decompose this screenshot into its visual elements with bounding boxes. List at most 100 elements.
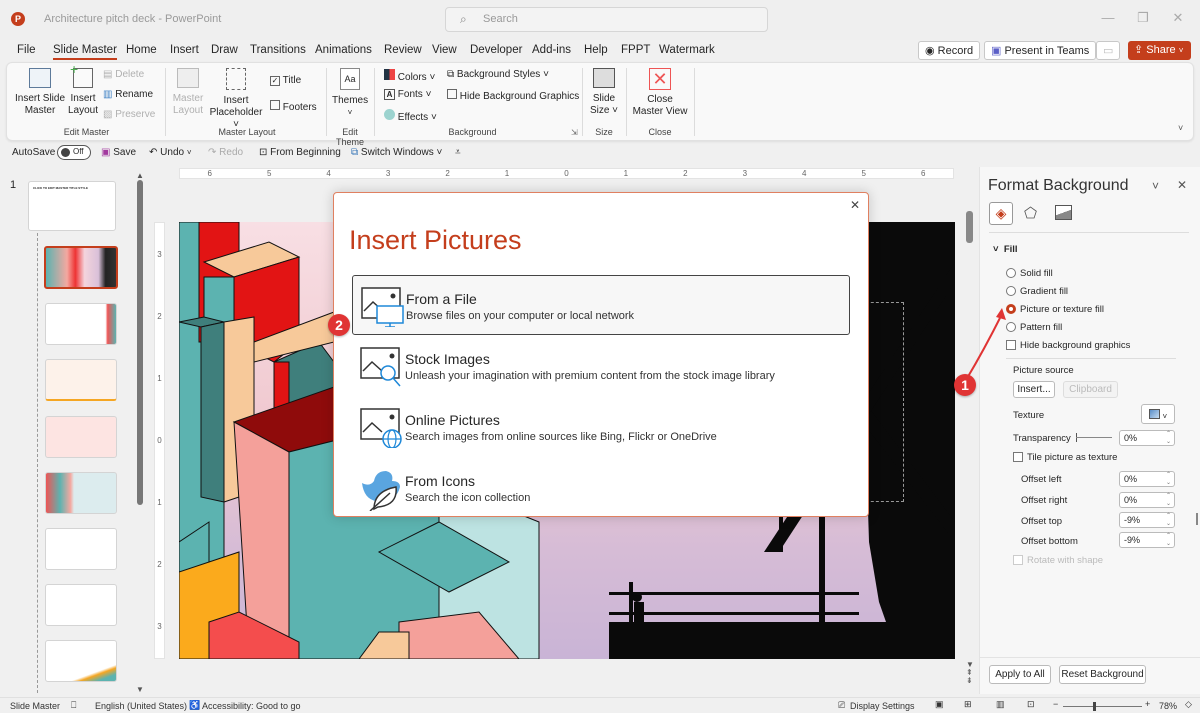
- fonts-button[interactable]: A Fonts ˅: [384, 89, 431, 101]
- layout-thumbnail[interactable]: [45, 584, 117, 626]
- gradient-fill-label[interactable]: Gradient fill: [1020, 286, 1068, 297]
- solid-fill-radio[interactable]: [1006, 268, 1016, 278]
- undo-button[interactable]: ↶ Undo ˅: [149, 147, 192, 158]
- tab-transitions[interactable]: Transitions: [250, 44, 306, 56]
- spelling-icon[interactable]: ⎕: [71, 700, 76, 711]
- background-styles-button[interactable]: ⧉ Background Styles ˅: [447, 69, 549, 81]
- hide-background-graphics-checkbox[interactable]: Hide Background Graphics: [447, 89, 579, 103]
- delete-button[interactable]: ▤ Delete: [103, 69, 144, 81]
- insert-picture-button[interactable]: Insert...: [1013, 381, 1055, 398]
- reset-background-button[interactable]: Reset Background: [1059, 665, 1146, 684]
- fill-section-header[interactable]: ˅ Fill: [993, 244, 1018, 255]
- picture-texture-fill-label[interactable]: Picture or texture fill: [1020, 304, 1104, 315]
- search-box[interactable]: ⌕ Search: [445, 7, 768, 32]
- tile-picture-checkbox[interactable]: [1013, 452, 1023, 462]
- tab-watermark[interactable]: Watermark: [659, 44, 715, 56]
- texture-dropdown[interactable]: ˅: [1141, 404, 1175, 424]
- preserve-button[interactable]: ▧ Preserve: [103, 109, 155, 121]
- thumbnails-scrollbar[interactable]: [137, 180, 143, 505]
- insert-slide-master-button[interactable]: Insert Slide Master: [14, 68, 66, 117]
- tab-fppt[interactable]: FPPT: [621, 44, 650, 56]
- tab-review[interactable]: Review: [384, 44, 422, 56]
- picture-tab-icon[interactable]: [1055, 205, 1072, 220]
- layout-thumbnail[interactable]: [45, 640, 117, 682]
- save-button[interactable]: ▣ Save: [101, 147, 136, 158]
- slide-sorter-icon[interactable]: ⊞: [964, 699, 972, 710]
- close-master-view-button[interactable]: ✕ Close Master View: [630, 68, 690, 118]
- close-window-button[interactable]: ✕: [1168, 10, 1188, 26]
- fill-line-tab-icon[interactable]: ◈: [989, 202, 1013, 225]
- transparency-input[interactable]: 0%: [1119, 430, 1175, 446]
- minimize-button[interactable]: —: [1098, 10, 1118, 25]
- share-button[interactable]: ⇪ Share ˅: [1128, 41, 1191, 60]
- slide-master-thumbnail[interactable]: CLICK TO EDIT MASTER TITLE STYLE: [28, 181, 116, 231]
- normal-view-icon[interactable]: ▣: [935, 699, 944, 710]
- canvas-scrollbar[interactable]: [966, 211, 973, 243]
- transparency-slider-track[interactable]: [1076, 437, 1112, 438]
- present-in-teams-button[interactable]: ▣ Present in Teams: [984, 41, 1097, 60]
- canvas-scroll-icons[interactable]: ▼ ⇞ ⇟: [966, 661, 974, 685]
- master-layout-button[interactable]: Master Layout: [172, 68, 204, 117]
- option-stock-images[interactable]: Stock Images Unleash your imagination wi…: [352, 336, 850, 396]
- autosave-toggle[interactable]: Off: [57, 145, 91, 160]
- comments-button[interactable]: ▭: [1096, 41, 1120, 60]
- scroll-down-icon[interactable]: ▼: [136, 685, 144, 694]
- tab-draw[interactable]: Draw: [211, 44, 238, 56]
- record-button[interactable]: ◉ Record: [918, 41, 981, 60]
- offset-top-input[interactable]: -9%: [1119, 512, 1175, 528]
- layout-thumbnail-selected[interactable]: [44, 246, 118, 289]
- zoom-slider-track[interactable]: [1063, 706, 1142, 707]
- customize-qat-icon[interactable]: ⩡: [455, 147, 461, 158]
- tab-developer[interactable]: Developer: [470, 44, 522, 56]
- zoom-level[interactable]: 78%: [1159, 701, 1177, 711]
- option-online-pictures[interactable]: Online Pictures Search images from onlin…: [352, 397, 850, 457]
- redo-button[interactable]: ↷ Redo: [208, 147, 243, 158]
- reading-view-icon[interactable]: ▥: [996, 699, 1005, 710]
- insert-layout-button[interactable]: + Insert Layout: [67, 62, 99, 117]
- rotate-with-shape-checkbox[interactable]: [1013, 555, 1023, 565]
- layout-thumbnail[interactable]: [45, 303, 117, 345]
- accessibility-status[interactable]: Accessibility: Good to go: [202, 701, 301, 711]
- pane-close-button[interactable]: ✕: [1177, 178, 1187, 192]
- slide-size-button[interactable]: Slide Size ˅: [588, 68, 620, 117]
- tab-insert[interactable]: Insert: [170, 44, 199, 56]
- dialog-close-button[interactable]: ✕: [850, 198, 860, 212]
- footers-checkbox[interactable]: Footers: [270, 100, 317, 114]
- tab-animations[interactable]: Animations: [315, 44, 372, 56]
- themes-button[interactable]: Aa Themes ˅: [332, 68, 368, 119]
- colors-button[interactable]: Colors ˅: [384, 69, 435, 84]
- layout-thumbnail[interactable]: [45, 472, 117, 514]
- tab-view[interactable]: View: [432, 44, 457, 56]
- effects-button[interactable]: Effects ˅: [384, 109, 437, 124]
- tab-file[interactable]: File: [17, 44, 36, 56]
- rename-button[interactable]: ▥ Rename: [103, 89, 153, 101]
- from-beginning-button[interactable]: ⊡ From Beginning: [259, 147, 341, 158]
- restore-button[interactable]: ❐: [1133, 10, 1153, 26]
- offset-bottom-input[interactable]: -9%: [1119, 532, 1175, 548]
- insert-placeholder-button[interactable]: Insert Placeholder ˅: [206, 68, 266, 131]
- gradient-fill-radio[interactable]: [1006, 286, 1016, 296]
- layout-thumbnail[interactable]: [45, 416, 117, 458]
- dialog-launcher-icon[interactable]: ⇲: [571, 128, 578, 137]
- apply-to-all-button[interactable]: Apply to All: [989, 665, 1051, 684]
- layout-thumbnail[interactable]: [45, 359, 117, 401]
- language-status[interactable]: English (United States): [95, 701, 187, 711]
- clipboard-button[interactable]: Clipboard: [1063, 381, 1118, 398]
- zoom-slider-thumb[interactable]: [1092, 702, 1096, 711]
- offset-left-input[interactable]: 0%: [1119, 471, 1175, 487]
- tab-slide-master[interactable]: Slide Master: [53, 44, 117, 60]
- pane-options-chevron-icon[interactable]: ˅: [1152, 179, 1159, 193]
- solid-fill-label[interactable]: Solid fill: [1020, 268, 1053, 279]
- option-from-icons[interactable]: From Icons Search the icon collection: [352, 458, 850, 518]
- offset-right-input[interactable]: 0%: [1119, 492, 1175, 508]
- zoom-out-button[interactable]: −: [1053, 699, 1058, 709]
- pane-resize-handle[interactable]: [1196, 513, 1198, 525]
- tab-home[interactable]: Home: [126, 44, 157, 56]
- slideshow-icon[interactable]: ⊡: [1027, 699, 1035, 710]
- title-checkbox[interactable]: ✓ Title: [270, 75, 301, 87]
- effects-tab-pentagon-icon[interactable]: ⬠: [1024, 204, 1037, 222]
- layout-thumbnail[interactable]: [45, 528, 117, 570]
- display-settings-button[interactable]: Display Settings: [850, 701, 915, 711]
- option-from-a-file[interactable]: From a File Browse files on your compute…: [352, 275, 850, 335]
- collapse-ribbon-icon[interactable]: ˅: [1178, 123, 1183, 133]
